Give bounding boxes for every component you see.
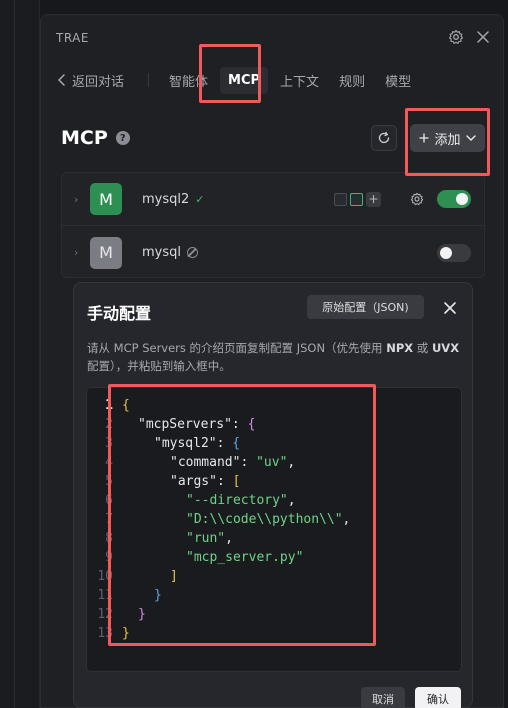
manual-config-dialog: 手动配置 原始配置（JSON) 请从 MCP Servers 的介绍页面复制配置… <box>73 282 473 708</box>
code-token: "D:\\code\\python\\" <box>186 512 343 527</box>
line-number: 10 <box>97 569 113 584</box>
app-title: TRAE <box>56 31 89 45</box>
server-name: mysql <box>142 245 198 260</box>
line-number: 2 <box>105 417 113 432</box>
tab-mcp[interactable]: MCP <box>220 66 269 94</box>
toggle-knob <box>456 193 468 205</box>
tab-rules[interactable]: 规则 <box>331 65 373 96</box>
top-nav: 返回对话 智能体 MCP 上下文 规则 模型 <box>53 65 423 95</box>
line-number: 13 <box>97 626 113 641</box>
code-token: "mcp_server.py" <box>186 550 304 565</box>
code-token: "run" <box>186 531 226 546</box>
close-panel-icon[interactable] <box>475 29 491 45</box>
mcp-server-list: › M mysql2 ✓ + › M mysql <box>61 172 485 278</box>
server-tools: + <box>334 191 381 207</box>
desc-npx: NPX <box>386 341 414 355</box>
code-token: : <box>216 474 233 489</box>
code-token: "mysql2" <box>154 436 217 451</box>
editor-gutter <box>0 0 40 708</box>
line-number: 3 <box>105 436 113 451</box>
code-token: , <box>225 531 233 546</box>
disabled-status-icon <box>187 247 198 258</box>
chevron-down-icon <box>465 134 476 141</box>
tool-icon <box>334 192 347 206</box>
mcp-title-text: MCP <box>61 127 108 149</box>
tab-agents[interactable]: 智能体 <box>161 65 216 96</box>
back-to-chat-link[interactable]: 返回对话 <box>53 71 128 90</box>
panel-scrollbar[interactable] <box>495 135 501 695</box>
add-server-button[interactable]: 添加 <box>410 124 485 152</box>
code-token: "mcpServers" <box>138 417 232 432</box>
line-number: 4 <box>105 455 113 470</box>
json-config-editor[interactable]: 1 { 2 "mcpServers": { 3 "mysql2": { 4 "comma… <box>86 387 462 672</box>
server-row[interactable]: › M mysql2 ✓ + <box>62 173 484 226</box>
refresh-button[interactable] <box>371 125 397 151</box>
server-name-text: mysql <box>142 245 181 260</box>
server-enable-toggle[interactable] <box>437 243 471 262</box>
expand-chevron-icon[interactable]: › <box>74 193 78 206</box>
nav-divider <box>148 73 150 87</box>
code-token: { <box>232 436 241 451</box>
code-token: "--directory" <box>186 493 288 508</box>
tool-icon <box>350 192 363 206</box>
code-token: , <box>342 512 351 527</box>
cancel-button[interactable]: 取消 <box>361 687 405 708</box>
server-row[interactable]: › M mysql <box>62 226 484 279</box>
server-enable-toggle[interactable] <box>437 190 471 208</box>
toggle-knob <box>440 246 452 259</box>
server-name-text: mysql2 <box>142 191 190 207</box>
confirm-button[interactable]: 确认 <box>415 687 461 708</box>
server-settings-gear-icon[interactable] <box>410 192 424 206</box>
code-token: "args" <box>170 474 217 489</box>
expand-chevron-icon[interactable]: › <box>74 246 78 259</box>
plus-icon <box>419 133 430 143</box>
line-number: 1 <box>105 398 113 413</box>
server-avatar: M <box>90 236 122 269</box>
code-token: "uv" <box>256 455 288 470</box>
code-token: "command" <box>170 455 241 470</box>
server-name: mysql2 ✓ <box>142 192 204 207</box>
line-number: 8 <box>105 531 113 546</box>
line-number: 6 <box>105 493 113 508</box>
refresh-icon <box>378 131 390 144</box>
desc-text: 或 <box>413 341 432 355</box>
add-tool-icon[interactable]: + <box>366 191 381 207</box>
dialog-description: 请从 MCP Servers 的介绍页面复制配置 JSON（优先使用 NPX 或… <box>87 339 461 375</box>
server-avatar: M <box>90 183 122 215</box>
gutter-divider <box>14 0 15 708</box>
line-number: 9 <box>105 550 113 565</box>
settings-gear-icon[interactable] <box>448 29 464 45</box>
dialog-title: 手动配置 <box>87 304 152 323</box>
code-token: : <box>216 436 233 451</box>
desc-uvx: UVX <box>431 341 460 355</box>
code-token: , <box>287 493 296 508</box>
help-icon[interactable]: ? <box>115 131 130 145</box>
code-token: } <box>154 588 162 603</box>
code-token: : <box>231 417 248 432</box>
code-token: [ <box>232 474 241 489</box>
add-label: 添加 <box>434 132 461 148</box>
tab-models[interactable]: 模型 <box>377 65 419 96</box>
line-number: 7 <box>105 512 113 527</box>
chevron-left-icon <box>57 74 65 86</box>
page-title: MCP ? <box>61 127 130 149</box>
code-token: ] <box>170 569 178 584</box>
line-number: 12 <box>97 607 113 622</box>
code-token: } <box>122 626 130 641</box>
connected-check-icon: ✓ <box>195 192 205 206</box>
desc-text: 请从 MCP Servers 的介绍页面复制配置 JSON（优先使用 <box>87 341 387 355</box>
line-number: 11 <box>97 588 113 603</box>
code-token: { <box>247 417 256 432</box>
back-label: 返回对话 <box>72 74 125 90</box>
raw-config-button[interactable]: 原始配置（JSON) <box>307 295 424 319</box>
close-dialog-icon[interactable] <box>443 301 457 315</box>
code-token: , <box>287 455 296 470</box>
code-token: { <box>122 398 130 413</box>
line-number: 5 <box>105 474 113 489</box>
code-token: } <box>138 607 146 622</box>
tab-context[interactable]: 上下文 <box>272 65 327 96</box>
code-token: : <box>240 455 257 470</box>
desc-text: 配置），并粘贴到输入框中。 <box>87 359 231 373</box>
